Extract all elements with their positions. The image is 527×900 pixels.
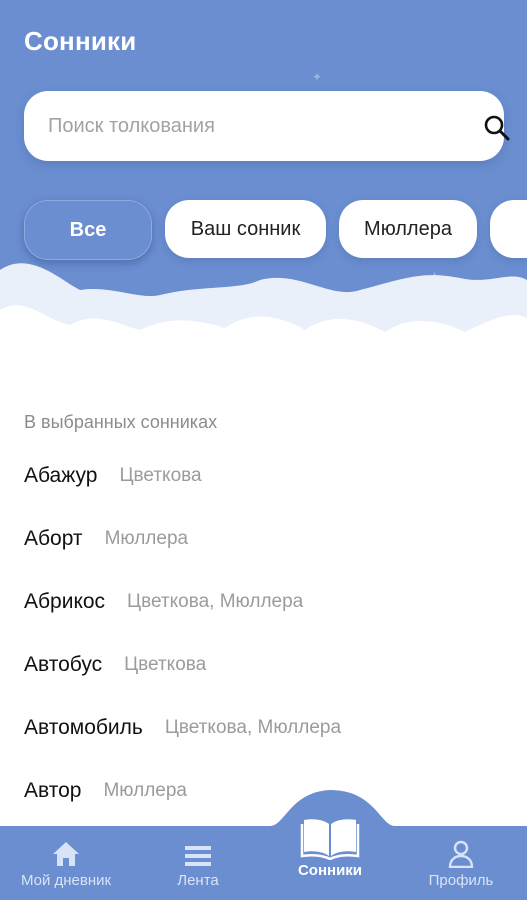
nav-item-label: Лента	[177, 872, 219, 889]
home-icon	[53, 842, 79, 866]
filter-chip-label: Мюллера	[364, 217, 452, 240]
entry-sources: Цветкова, Мюллера	[164, 717, 342, 738]
page-title: Сонники	[24, 26, 137, 56]
entry-sources: Цветкова	[124, 654, 207, 675]
entry-sources: Цветкова, Мюллера	[127, 591, 304, 612]
section-label: В выбранных сонниках	[24, 412, 218, 432]
nav-item-diary[interactable]: Мой дневник	[10, 840, 122, 889]
nav-item-label: Мой дневник	[20, 872, 112, 889]
list-item[interactable]: Автомобиль Цветкова, Мюллера	[24, 714, 504, 777]
search-box[interactable]: Поиск толкования	[24, 91, 510, 161]
filter-chip-miller[interactable]: Мюллера	[339, 200, 477, 258]
search-input[interactable]: Поиск толкования	[48, 115, 215, 138]
list-item[interactable]: Автобус Цветкова	[24, 651, 504, 714]
filter-chip-all[interactable]: Все	[24, 200, 152, 260]
entry-word: Абрикос	[24, 590, 106, 613]
nav-item-dreambooks[interactable]: Сонники	[290, 814, 370, 879]
clouds-decoration	[0, 263, 527, 390]
entry-word: Автомобиль	[24, 716, 143, 739]
bottom-nav: Мой дневник Лента Сонники Профиль	[0, 790, 527, 900]
star-decoration: ✦	[312, 70, 323, 84]
entry-sources: Мюллера	[104, 528, 189, 549]
book-icon	[300, 819, 360, 860]
header: ✦ ✦ Сонники Поиск толкования Все Ваш сон…	[0, 0, 527, 390]
entry-word: Абажур	[24, 464, 98, 487]
profile-icon	[448, 840, 474, 868]
filter-chip-label: Ваш сонник	[190, 217, 301, 240]
nav-item-label: Профиль	[428, 872, 494, 889]
list-item[interactable]: Абажур Цветкова	[24, 462, 504, 525]
filter-chip-more[interactable]	[490, 200, 527, 258]
entry-sources: Цветкова	[119, 465, 202, 486]
filter-chip-label: Все	[69, 218, 107, 241]
nav-item-profile[interactable]: Профиль	[418, 840, 504, 889]
nav-item-label: Сонники	[297, 862, 363, 879]
filter-chips: Все Ваш сонник Мюллера	[0, 200, 527, 260]
nav-item-feed[interactable]: Лента	[158, 844, 238, 889]
dream-list: Абажур Цветкова Аборт Мюллера Абрикос Цв…	[24, 462, 504, 840]
entry-word: Автобус	[24, 653, 103, 676]
feed-icon	[185, 846, 211, 866]
list-item[interactable]: Абрикос Цветкова, Мюллера	[24, 588, 504, 651]
search-icon[interactable]	[482, 113, 512, 143]
list-item[interactable]: Аборт Мюллера	[24, 525, 504, 588]
entry-word: Аборт	[24, 527, 83, 550]
filter-chip-your-dreambook[interactable]: Ваш сонник	[165, 200, 326, 258]
